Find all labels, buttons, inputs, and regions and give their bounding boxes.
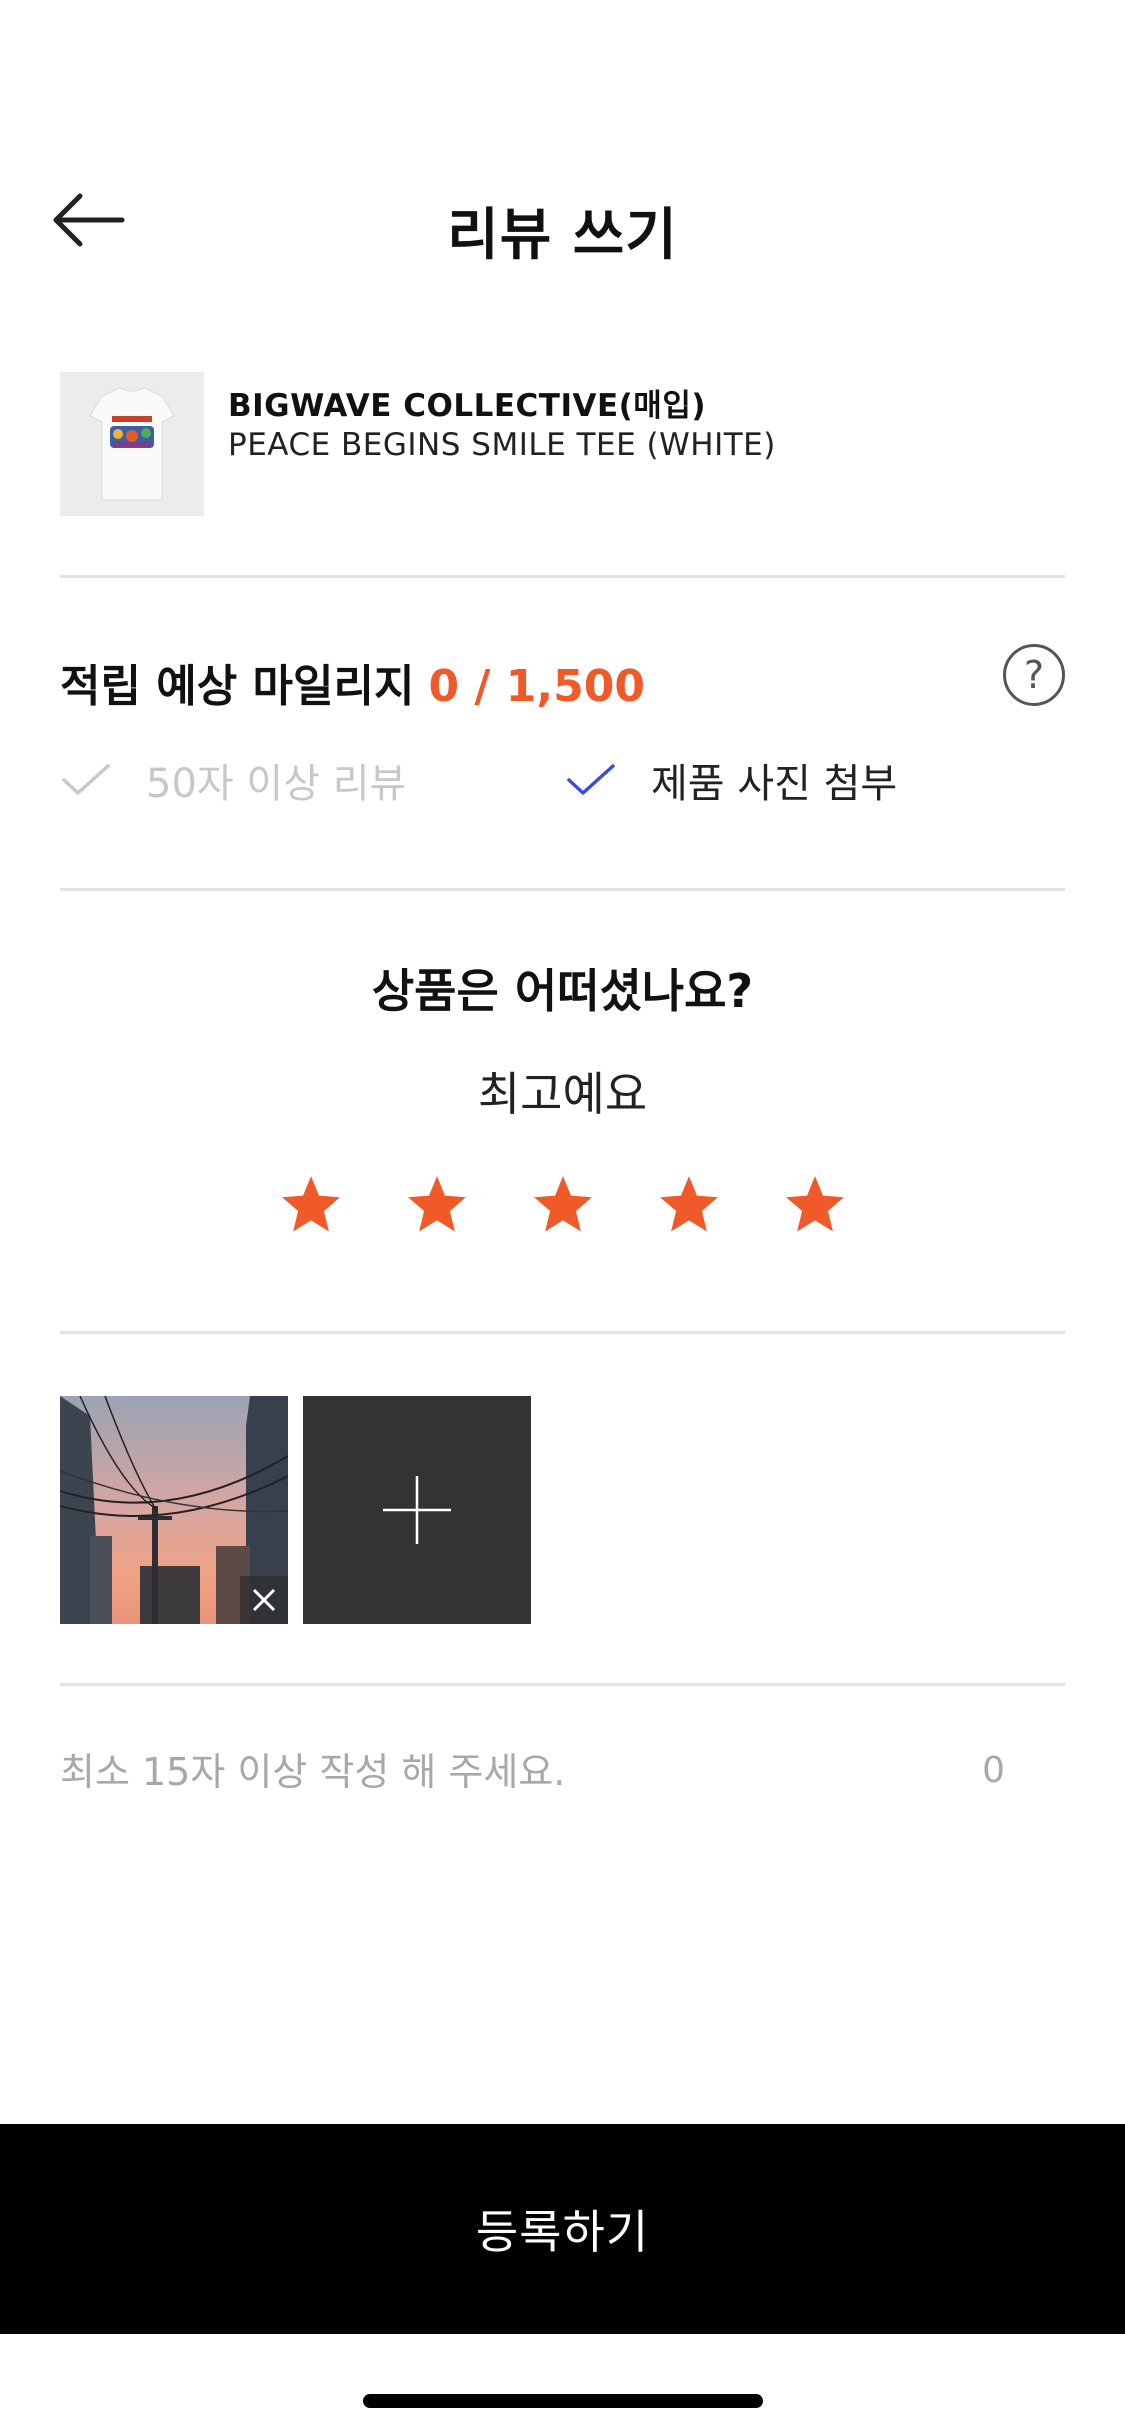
char-count: 0 (982, 1750, 1005, 1791)
divider (60, 1331, 1065, 1334)
star-icon[interactable] (404, 1172, 470, 1238)
rating-text: 최고예요 (477, 1067, 648, 1121)
add-photo-button[interactable] (303, 1396, 531, 1624)
star-icon[interactable] (782, 1172, 848, 1238)
mileage-help-button[interactable]: ? (1003, 644, 1065, 706)
mileage-value: 0 / 1,500 (428, 661, 645, 712)
header: 리뷰 쓰기 (0, 0, 1125, 330)
question-circle-icon: ? (1023, 653, 1045, 697)
star-rating[interactable] (278, 1172, 848, 1242)
submit-button[interactable]: 등록하기 (0, 2124, 1125, 2334)
product-info: BIGWAVE COLLECTIVE(매입) PEACE BEGINS SMIL… (60, 372, 1065, 517)
star-icon[interactable] (278, 1172, 344, 1238)
review-input[interactable] (60, 1742, 960, 1802)
product-brand: BIGWAVE COLLECTIVE(매입) (228, 388, 707, 424)
star-icon[interactable] (530, 1172, 596, 1238)
condition-label: 50자 이상 리뷰 (146, 761, 407, 807)
mileage-label-wrap: 적립 예상 마일리지 0 / 1,500 (60, 650, 645, 714)
page-title: 리뷰 쓰기 (447, 203, 678, 268)
check-icon (62, 764, 110, 795)
mileage-label: 적립 예상 마일리지 (60, 661, 415, 712)
divider (60, 575, 1065, 578)
remove-photo-button[interactable] (240, 1576, 288, 1624)
check-icon (567, 764, 615, 795)
divider (60, 888, 1065, 891)
product-name: PEACE BEGINS SMILE TEE (WHITE) (228, 427, 776, 463)
close-icon (252, 1588, 276, 1612)
home-indicator (363, 2394, 763, 2408)
condition-min-length: 50자 이상 리뷰 (60, 745, 406, 815)
product-thumbnail[interactable] (60, 372, 204, 516)
condition-photo: 제품 사진 첨부 (565, 745, 897, 815)
photo-list (60, 1396, 531, 1624)
star-icon[interactable] (656, 1172, 722, 1238)
rating-question: 상품은 어떠셨나요? (371, 964, 754, 1018)
plus-icon (383, 1476, 451, 1544)
mileage-row: 적립 예상 마일리지 0 / 1,500 ? (60, 640, 1065, 720)
attached-photo[interactable] (60, 1396, 288, 1624)
divider (60, 1683, 1065, 1686)
condition-label: 제품 사진 첨부 (651, 761, 898, 807)
